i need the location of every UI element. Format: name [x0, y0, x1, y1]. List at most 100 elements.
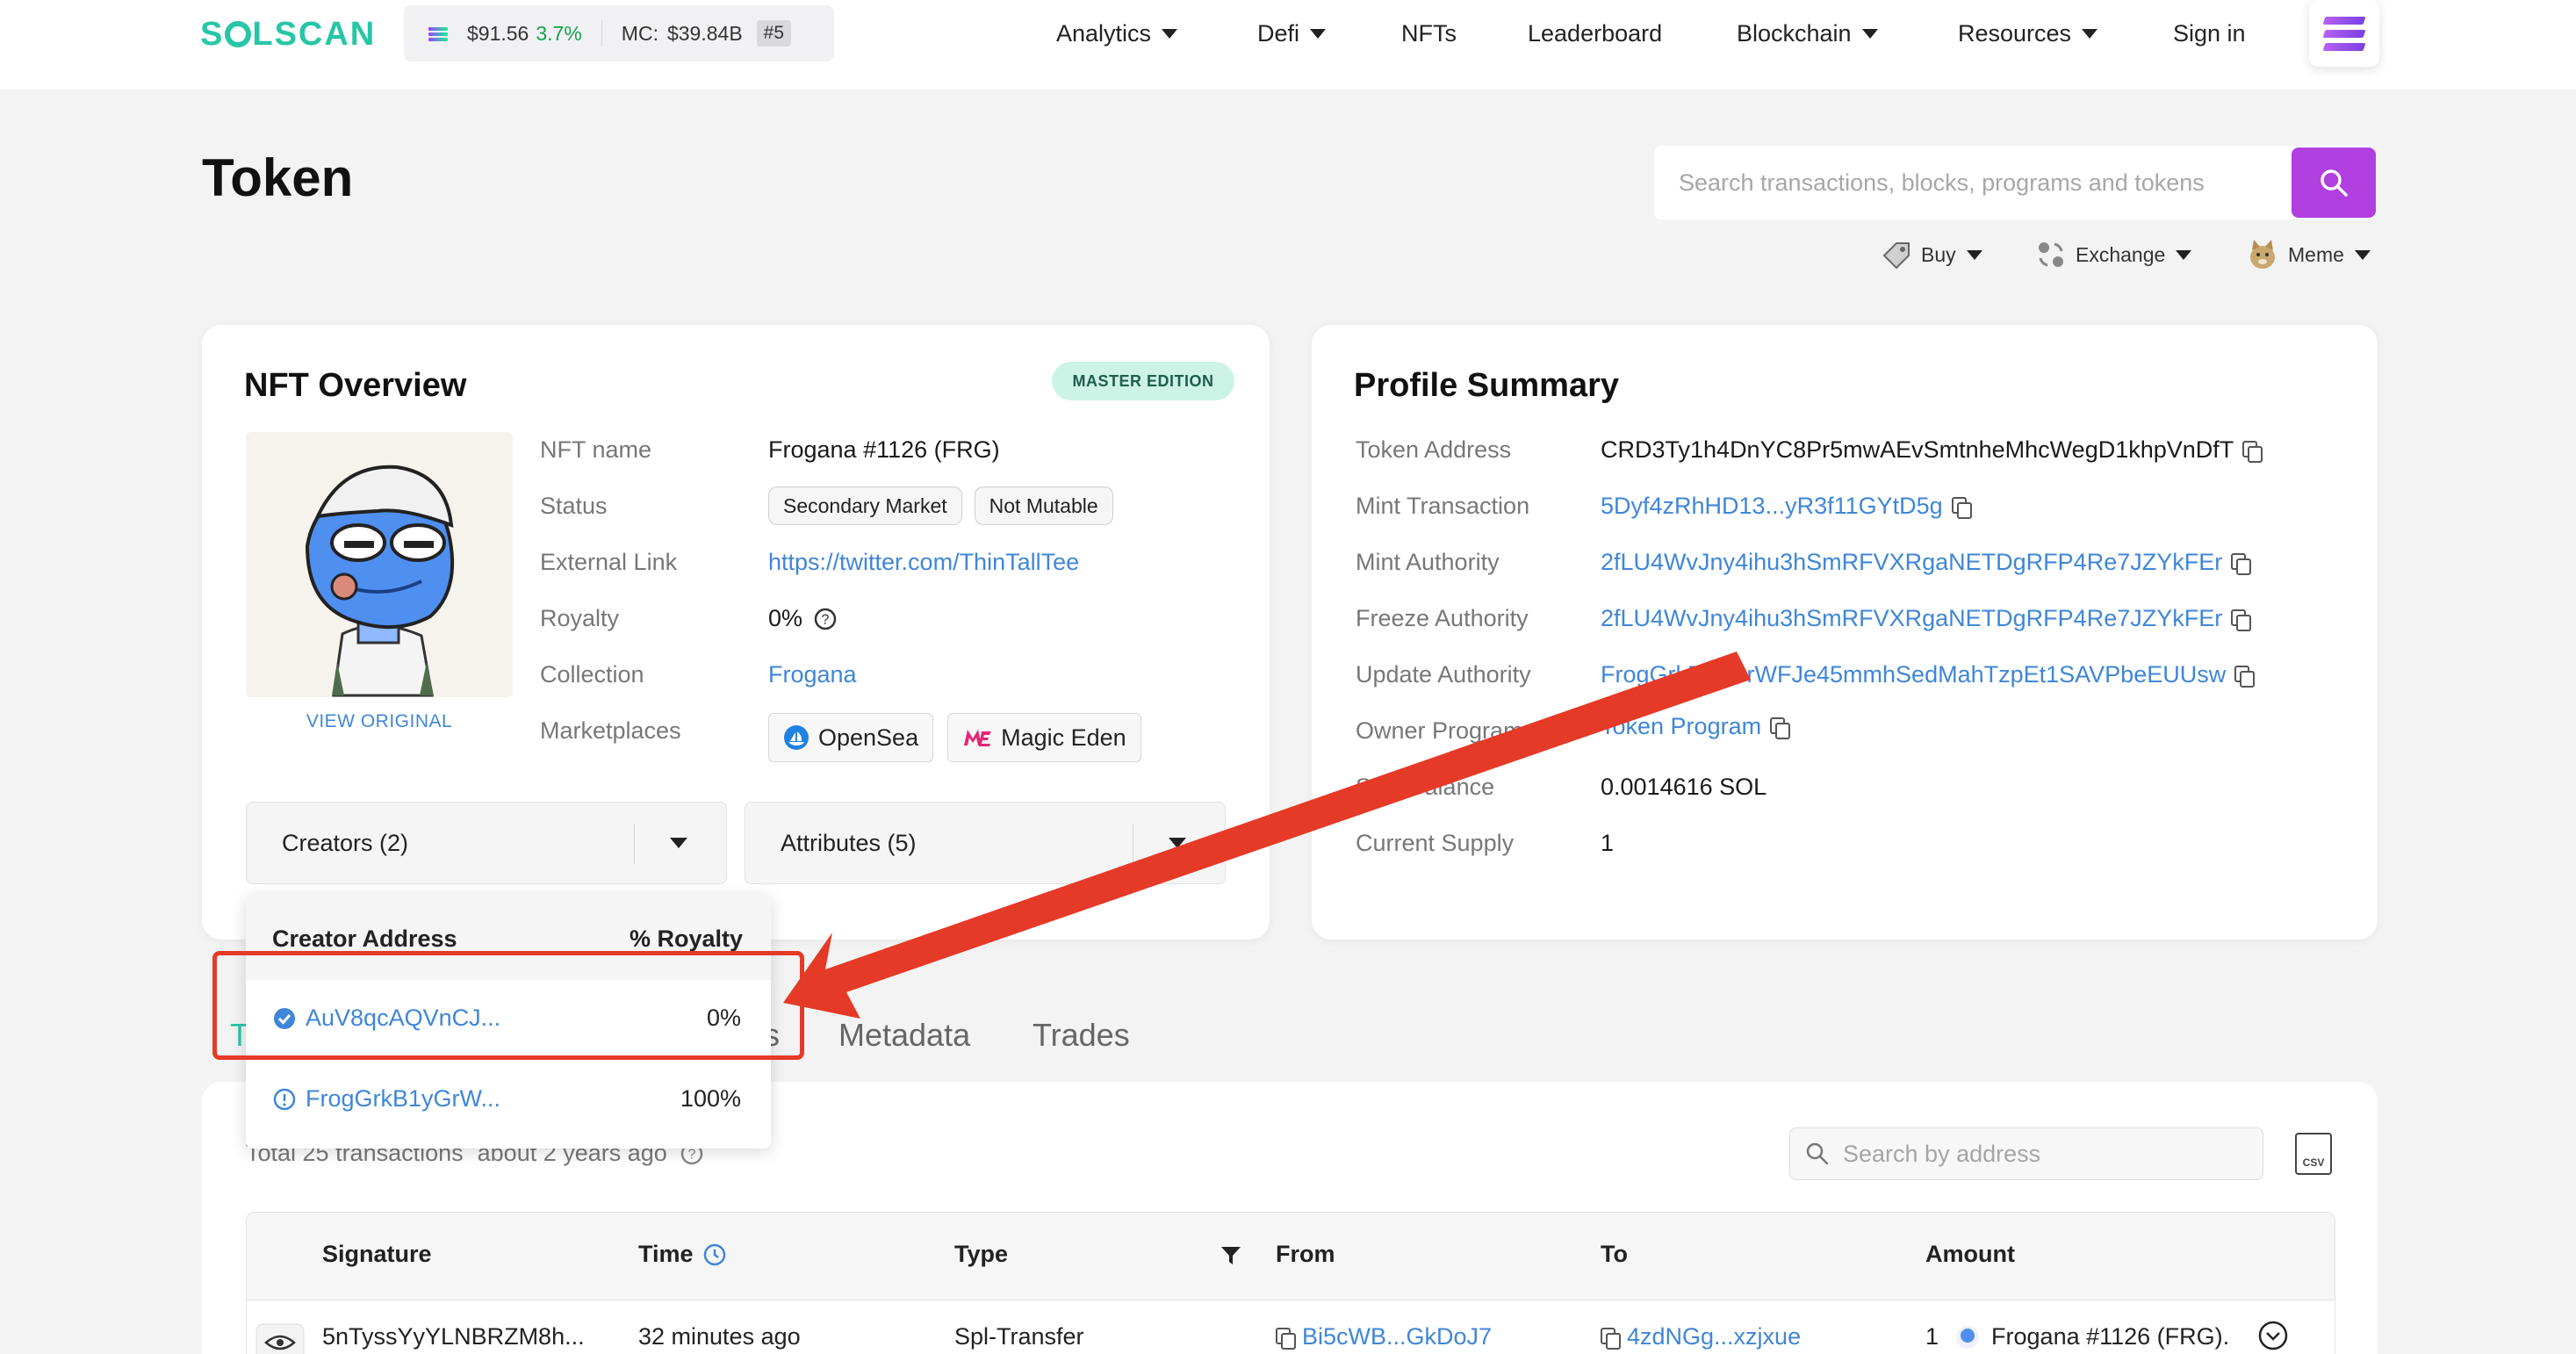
creator-royalty: 100%	[680, 1085, 741, 1112]
col-time[interactable]: Time	[638, 1241, 727, 1268]
creator-row[interactable]: FrogGrkB1yGrW... 100%	[246, 1066, 771, 1136]
label-freeze-authority: Freeze Authority	[1356, 605, 1529, 631]
search-input[interactable]	[1679, 146, 2311, 220]
tx-signature[interactable]: 5nTyssYyYLNBRZM8h...	[322, 1323, 585, 1350]
status-tags: Secondary Market Not Mutable	[768, 486, 1126, 525]
search-icon	[1806, 1142, 1829, 1165]
expand-row-icon[interactable]	[2257, 1320, 2289, 1351]
label-marketplaces: Marketplaces	[540, 717, 681, 744]
nav-nfts[interactable]: NFTs	[1401, 14, 1457, 53]
nft-image[interactable]	[246, 432, 513, 697]
marketplaces: OpenSea Magic Eden	[768, 713, 1155, 762]
tx-to: 4zdNGg...xzjxue	[1601, 1323, 1801, 1350]
col-type: Type	[954, 1241, 1009, 1267]
filter-icon[interactable]	[1220, 1244, 1242, 1267]
copy-icon[interactable]	[2242, 440, 2263, 463]
copy-icon[interactable]	[1951, 496, 1972, 519]
external-link[interactable]: https://twitter.com/ThinTallTee	[768, 549, 1079, 576]
tag-icon	[1882, 242, 1910, 270]
creator-address[interactable]: FrogGrkB1yGrW...	[272, 1085, 500, 1113]
sol-balance: 0.0014616 SOL	[1601, 774, 1767, 800]
price-pill: $91.56 3.7% MC: $39.84B #5	[404, 5, 834, 61]
mc-value: $39.84B	[666, 21, 743, 45]
nav-analytics[interactable]: Analytics	[1056, 14, 1178, 53]
tx-from-link[interactable]: Bi5cWB...GkDoJ7	[1302, 1323, 1492, 1350]
label-status: Status	[540, 493, 608, 519]
label-royalty: Royalty	[540, 605, 620, 631]
copy-icon[interactable]	[1276, 1327, 1296, 1350]
tab-trades[interactable]: Trades	[1033, 1017, 1130, 1054]
chevron-down-icon	[2354, 249, 2371, 260]
search-button[interactable]	[2292, 148, 2376, 218]
sign-in-link[interactable]: Sign in	[2173, 14, 2246, 53]
magic-eden-button[interactable]: Magic Eden	[947, 713, 1141, 762]
tx-amount: 1 Frogana #1126 (FRG).	[1925, 1323, 2229, 1350]
clock-icon	[703, 1243, 725, 1265]
chevron-down-icon	[1169, 838, 1186, 848]
mint-transaction: 5Dyf4zRhHD13...yR3f11GYtD5g	[1601, 493, 1972, 520]
owner-program-link[interactable]: Token Program	[1601, 713, 1761, 740]
nft-name: Frogana #1126 (FRG)	[768, 436, 1000, 463]
chain-menu-button[interactable]	[2309, 0, 2379, 67]
view-original-link[interactable]: VIEW ORIGINAL	[246, 711, 513, 732]
svg-text:?: ?	[687, 1147, 695, 1162]
collection-link[interactable]: Frogana	[768, 661, 857, 688]
creators-dropdown[interactable]: Creators (2)	[246, 802, 727, 884]
owner-program: Token Program	[1601, 713, 1791, 740]
update-authority-link[interactable]: FrogGrkB1yGrWFJe45mmhSedMahTzpEt1SAVPbeE…	[1601, 661, 2226, 688]
chevron-down-icon	[1162, 28, 1178, 39]
tx-type: Spl-Transfer	[954, 1323, 1084, 1350]
sol-price: $91.56	[467, 21, 529, 45]
csv-export-icon[interactable]: CSV	[2295, 1133, 2332, 1175]
copy-icon[interactable]	[2231, 552, 2252, 575]
token-address: CRD3Ty1h4DnYC8Pr5mwAEvSmtnheMhcWegD1khpV…	[1601, 436, 2263, 464]
top-bar: S LSCAN $91.56 3.7% MC: $39.84B #5 Analyt…	[0, 0, 2576, 90]
nav-defi[interactable]: Defi	[1257, 14, 1327, 53]
mc-label: MC:	[621, 21, 658, 45]
label-token-address: Token Address	[1356, 436, 1512, 463]
mint-authority-link[interactable]: 2fLU4WvJny4ihu3hSmRFVXRgaNETDgRFP4Re7JZY…	[1601, 549, 2222, 576]
exchange-menu[interactable]: Exchange	[2035, 235, 2192, 274]
label-owner-program: Owner Program	[1356, 717, 1523, 744]
label-sol-balance: SOL Balance	[1356, 774, 1495, 800]
opensea-button[interactable]: OpenSea	[768, 713, 934, 762]
mint-transaction-link[interactable]: 5Dyf4zRhHD13...yR3f11GYtD5g	[1601, 493, 1943, 520]
copy-icon[interactable]	[1770, 717, 1791, 739]
col-signature: Signature	[322, 1241, 432, 1267]
row-details-button[interactable]	[255, 1323, 305, 1354]
tx-token[interactable]: Frogana #1126 (FRG).	[1991, 1323, 2229, 1350]
search-icon	[2321, 169, 2348, 197]
nav-blockchain[interactable]: Blockchain	[1737, 14, 1878, 53]
solscan-logo[interactable]: S LSCAN	[200, 12, 376, 56]
svg-text:?: ?	[822, 612, 830, 627]
attributes-dropdown[interactable]: Attributes (5)	[745, 802, 1226, 884]
eye-icon	[255, 1323, 305, 1354]
copy-icon[interactable]	[2231, 609, 2252, 631]
magic-eden-icon	[964, 730, 992, 746]
royalty-text: 0%	[768, 605, 803, 631]
meme-menu[interactable]: Meme	[2246, 235, 2371, 274]
buy-menu[interactable]: Buy	[1881, 235, 1982, 274]
tab-metadata[interactable]: Metadata	[838, 1017, 970, 1054]
copy-icon[interactable]	[2234, 665, 2256, 688]
update-authority: FrogGrkB1yGrWFJe45mmhSedMahTzpEt1SAVPbeE…	[1601, 661, 2256, 688]
master-edition-badge: MASTER EDITION	[1052, 362, 1234, 400]
nav-leaderboard[interactable]: Leaderboard	[1528, 14, 1662, 53]
current-supply: 1	[1601, 830, 1615, 856]
address-search[interactable]: Search by address	[1789, 1127, 2263, 1180]
label-current-supply: Current Supply	[1356, 830, 1515, 856]
opensea-icon	[784, 725, 809, 750]
copy-icon[interactable]	[1601, 1327, 1621, 1350]
sol-change: 3.7%	[536, 21, 582, 45]
col-amount: Amount	[1925, 1241, 2015, 1267]
chevron-down-icon	[670, 838, 687, 848]
label-update-authority: Update Authority	[1356, 661, 1531, 688]
label-mint-transaction: Mint Transaction	[1356, 493, 1530, 519]
freeze-authority-link[interactable]: 2fLU4WvJny4ihu3hSmRFVXRgaNETDgRFP4Re7JZY…	[1601, 605, 2222, 632]
tx-to-link[interactable]: 4zdNGg...xzjxue	[1627, 1323, 1801, 1350]
creator-address-header: Creator Address	[272, 925, 457, 952]
label-nft-name: NFT name	[540, 436, 652, 463]
nav-resources[interactable]: Resources	[1958, 14, 2098, 53]
status-tag: Secondary Market	[768, 486, 962, 525]
col-to: To	[1601, 1241, 1628, 1267]
